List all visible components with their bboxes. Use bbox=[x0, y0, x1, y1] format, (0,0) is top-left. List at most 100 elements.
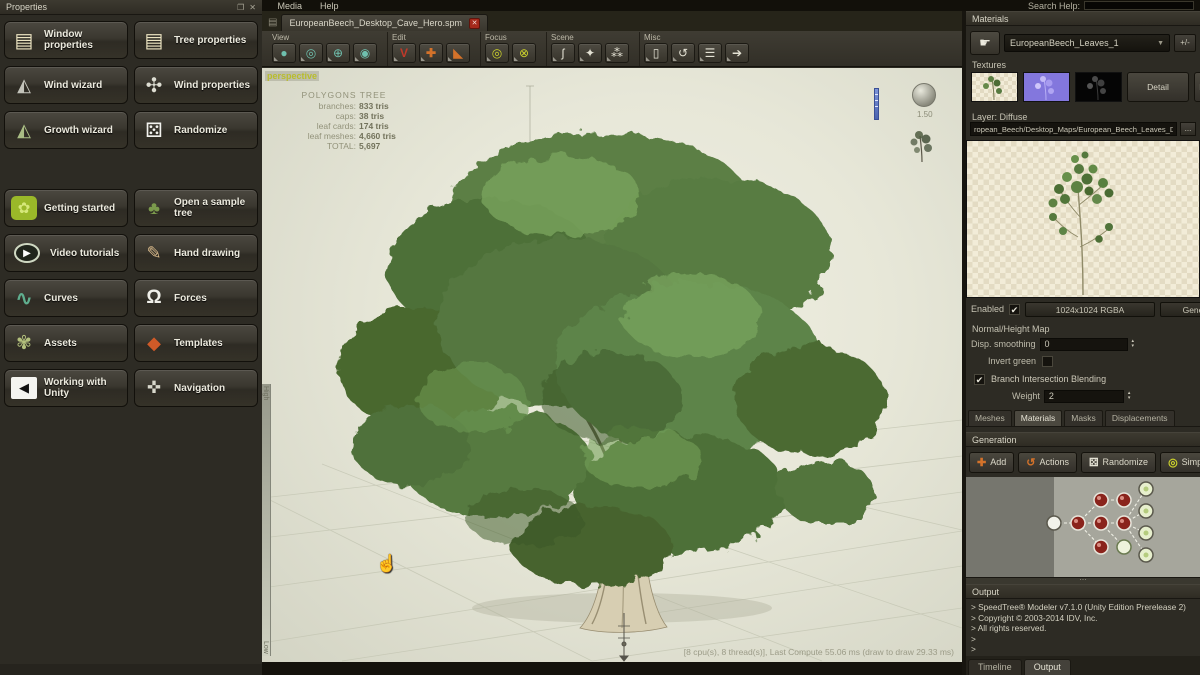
fan-icon: ✣ bbox=[141, 72, 167, 98]
randomize-node-button[interactable]: ⚄ Randomize bbox=[1081, 452, 1156, 473]
console-line: > bbox=[971, 634, 1195, 645]
actions-button[interactable]: ↺ Actions bbox=[1018, 452, 1077, 473]
detail-texture-button[interactable]: Detail bbox=[1127, 72, 1189, 102]
viewport-pane: ▤ EuropeanBeech_Desktop_Cave_Hero.spm ✕ … bbox=[262, 11, 962, 675]
edit-prune-button[interactable]: ◣ bbox=[446, 43, 470, 63]
dropdown-arrow-icon: ▼ bbox=[1157, 40, 1164, 47]
simplify-button[interactable]: ◎ Simplify bbox=[1160, 452, 1200, 473]
view-shaded-button[interactable]: ● bbox=[272, 43, 296, 63]
add-remove-material-button[interactable]: +/- bbox=[1174, 34, 1196, 52]
branch-blend-row: ✔ Branch Intersection Blending bbox=[966, 372, 1200, 386]
enabled-checkbox[interactable]: ✔ bbox=[1009, 304, 1020, 315]
video-tutorials-button[interactable]: ▶ Video tutorials bbox=[4, 234, 128, 272]
curve-icon: ∿ bbox=[11, 285, 37, 311]
growth-wizard-button[interactable]: ◭ Growth wizard bbox=[4, 111, 128, 149]
tab-close-icon[interactable]: ✕ bbox=[469, 18, 480, 29]
texture-path-row: ... bbox=[966, 122, 1200, 137]
material-dropdown[interactable]: EuropeanBeech_Leaves_1 ▼ bbox=[1004, 34, 1170, 52]
material-selector-row: ☛ EuropeanBeech_Leaves_1 ▼ +/- bbox=[966, 29, 1200, 57]
button-label: Open a sample tree bbox=[174, 197, 251, 219]
tab-timeline[interactable]: Timeline bbox=[968, 659, 1022, 675]
toolbar-group-misc: Misc ▯ ↺ ☰ ➔ bbox=[644, 32, 759, 66]
stat-value: 5,697 bbox=[359, 141, 380, 151]
view-zoom-button[interactable]: ⊕ bbox=[326, 43, 350, 63]
tree-properties-button[interactable]: ▤ Tree properties bbox=[134, 21, 258, 59]
tab-meshes[interactable]: Meshes bbox=[968, 410, 1012, 426]
mask-thumbnail[interactable] bbox=[1075, 72, 1122, 102]
misc-window-button[interactable]: ▯ bbox=[644, 43, 668, 63]
generation-node-graph[interactable] bbox=[966, 477, 1200, 577]
tab-displacements[interactable]: Displacements bbox=[1105, 410, 1175, 426]
scene-spark-button[interactable]: ✦ bbox=[578, 43, 602, 63]
getting-started-button[interactable]: ✿ Getting started bbox=[4, 189, 128, 227]
menu-help[interactable]: Help bbox=[311, 1, 348, 11]
button-label: Forces bbox=[174, 293, 207, 304]
forces-button[interactable]: Ω Forces bbox=[134, 279, 258, 317]
working-with-unity-button[interactable]: ◀ Working with Unity bbox=[4, 369, 128, 407]
detail-normal-texture-button[interactable]: Detail Normal bbox=[1194, 72, 1200, 102]
weight-stepper[interactable]: ▴▾ bbox=[1128, 391, 1131, 401]
help-search-input[interactable] bbox=[1084, 1, 1194, 10]
open-sample-tree-button[interactable]: ♣ Open a sample tree bbox=[134, 189, 258, 227]
disp-smoothing-stepper[interactable]: ▴▾ bbox=[1132, 339, 1135, 349]
texture-path-input[interactable] bbox=[970, 122, 1177, 136]
float-panel-icon[interactable]: ❐ bbox=[237, 3, 244, 12]
view-wireframe-button[interactable]: ◎ bbox=[299, 43, 323, 63]
button-grid-gap bbox=[4, 156, 258, 182]
normal-thumbnail[interactable] bbox=[1023, 72, 1070, 102]
camera-mode-label[interactable]: perspective bbox=[265, 71, 319, 81]
scale-ruler-widget[interactable] bbox=[874, 88, 879, 120]
resolution-button[interactable]: 1024x1024 RGBA bbox=[1025, 302, 1155, 317]
diffuse-thumbnail[interactable] bbox=[971, 72, 1018, 102]
height-gauge[interactable]: High Low bbox=[262, 384, 271, 656]
hand-drawing-button[interactable]: ✎ Hand drawing bbox=[134, 234, 258, 272]
view-orbit-button[interactable]: ◉ bbox=[353, 43, 377, 63]
stat-label: leaf meshes: bbox=[292, 131, 356, 141]
disp-smoothing-input[interactable] bbox=[1040, 338, 1128, 351]
edit-add-button[interactable]: ✚ bbox=[419, 43, 443, 63]
misc-rotate-button[interactable]: ↺ bbox=[671, 43, 695, 63]
button-label: Getting started bbox=[44, 203, 115, 214]
scene-hook-button[interactable]: ʃ bbox=[551, 43, 575, 63]
focus-selection-button[interactable]: ◎ bbox=[485, 43, 509, 63]
menu-media[interactable]: Media bbox=[268, 1, 311, 11]
tab-materials[interactable]: Materials bbox=[1014, 410, 1062, 426]
prune-icon: ◣ bbox=[453, 46, 462, 60]
templates-button[interactable]: ◆ Templates bbox=[134, 324, 258, 362]
button-label: Growth wizard bbox=[44, 125, 113, 136]
weight-input[interactable] bbox=[1044, 390, 1124, 403]
window-properties-button[interactable]: ▤ Window properties bbox=[4, 21, 128, 59]
polygon-stats: POLYGONS TREE branches:833 tris caps:38 … bbox=[292, 90, 396, 151]
tab-output[interactable]: Output bbox=[1024, 659, 1071, 675]
group-label: Focus bbox=[485, 33, 536, 42]
tab-masks[interactable]: Masks bbox=[1064, 410, 1103, 426]
layer-label: Layer: Diffuse bbox=[966, 112, 1200, 122]
edit-node-button[interactable]: V bbox=[392, 43, 416, 63]
generate-maps-button[interactable]: Generate M bbox=[1160, 302, 1200, 317]
document-tab-bar: ▤ EuropeanBeech_Desktop_Cave_Hero.spm ✕ bbox=[262, 11, 962, 31]
stats-header: POLYGONS TREE bbox=[292, 90, 396, 100]
unity-logo-icon: ◀ bbox=[11, 377, 37, 399]
browse-button[interactable]: ... bbox=[1180, 122, 1196, 136]
randomize-button[interactable]: ⚄ Randomize bbox=[134, 111, 258, 149]
scale-reference-sphere[interactable] bbox=[912, 83, 936, 107]
focus-clear-button[interactable]: ⊗ bbox=[512, 43, 536, 63]
invert-green-checkbox[interactable] bbox=[1042, 356, 1053, 367]
misc-list-button[interactable]: ☰ bbox=[698, 43, 722, 63]
close-panel-icon[interactable]: ✕ bbox=[249, 3, 256, 12]
graph-scrollbar[interactable]: ⋯ bbox=[966, 577, 1200, 584]
grab-hand-button[interactable]: ☛ bbox=[970, 31, 1000, 55]
scene-scatter-button[interactable]: ⁂ bbox=[605, 43, 629, 63]
branch-blend-checkbox[interactable]: ✔ bbox=[974, 374, 985, 385]
sample-tree-icon: ♣ bbox=[141, 195, 167, 221]
viewport-canvas[interactable]: perspective POLYGONS TREE branches:833 t… bbox=[262, 68, 962, 662]
texture-preview[interactable] bbox=[966, 140, 1200, 298]
document-tab[interactable]: EuropeanBeech_Desktop_Cave_Hero.spm ✕ bbox=[281, 14, 488, 31]
navigation-button[interactable]: ✜ Navigation bbox=[134, 369, 258, 407]
wind-wizard-button[interactable]: ◭ Wind wizard bbox=[4, 66, 128, 104]
misc-export-button[interactable]: ➔ bbox=[725, 43, 749, 63]
assets-button[interactable]: ✾ Assets bbox=[4, 324, 128, 362]
wind-properties-button[interactable]: ✣ Wind properties bbox=[134, 66, 258, 104]
add-node-button[interactable]: ✚ Add bbox=[969, 452, 1014, 473]
curves-button[interactable]: ∿ Curves bbox=[4, 279, 128, 317]
